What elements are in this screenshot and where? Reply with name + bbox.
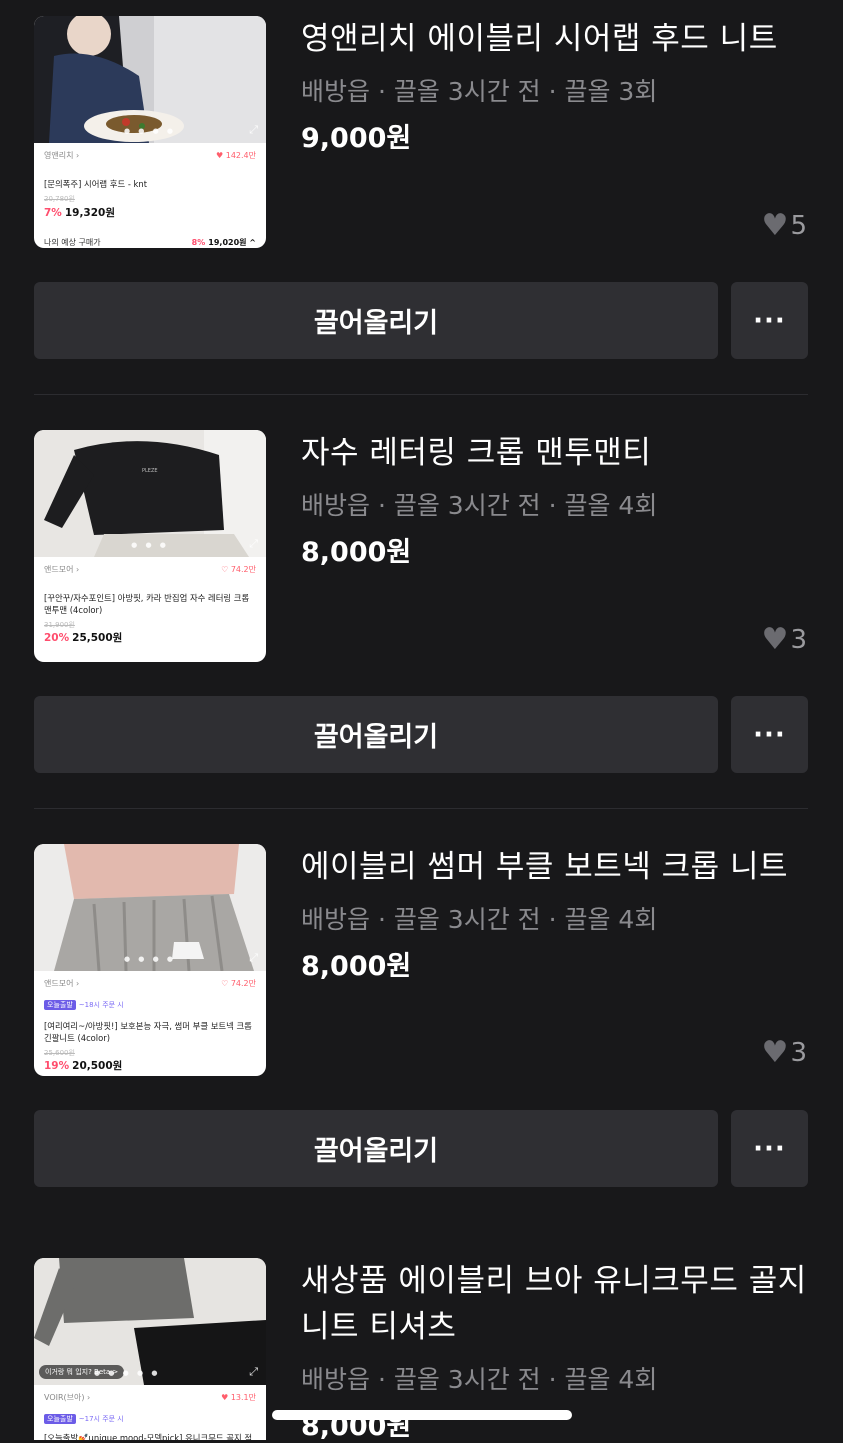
bump-button[interactable]: 끌어올리기 [34,282,718,359]
product-description: [문의폭주] 시어랩 후드 - knt [44,179,147,189]
sale-price: 19,320원 [64,207,116,219]
delivery-tag-row: 오늘출발 ~18시 주문 시 [44,1000,124,1010]
tag-time: ~17시 주문 시 [78,1415,124,1423]
more-icon[interactable]: ··· [731,1110,808,1187]
shop-likes: ♡ 74.2만 [221,565,256,574]
product-thumbnail[interactable]: 이거랑 뭐 입지? Beta > ● ● ● ● ● ⤢ VOIR(브아) › … [34,1258,266,1440]
likes-count: ♥3 [761,1035,807,1070]
product-photo: ● ● ● ● ⤢ [34,16,266,143]
sale-price-line: 20% 25,500원 [44,630,122,645]
same-day-tag: 오늘출발 [44,1000,76,1010]
heart-icon: ♥ [761,622,789,657]
likes-count: ♥3 [761,622,807,657]
bump-button[interactable]: 끌어올리기 [34,1110,718,1187]
shop-line: VOIR(브아) › ♥ 13.1만 [44,1393,256,1402]
expand-icon[interactable]: ⤢ [249,951,258,965]
bump-button[interactable]: 끌어올리기 [34,696,718,773]
item-title[interactable]: 새상품 에이블리 브아 유니크무드 골지 니트 티셔츠 [301,1258,821,1350]
item-title[interactable]: 자수 레터링 크롭 맨투맨티 [301,430,821,476]
carousel-dots: ● ● ● ● [123,955,177,963]
shop-likes: ♥ 142.4만 [216,151,256,160]
original-price: 31,900원 [44,621,75,629]
product-description: [꾸안꾸/자수포인트] 아방핏, 카라 반집업 자수 레터링 크롭 맨투맨 (4… [44,593,250,615]
heart-icon: ♥ [761,1035,789,1070]
sale-price-line: 7% 19,320원 [44,205,115,220]
tag-time: ~18시 주문 시 [78,1001,124,1009]
product-thumbnail[interactable]: PLEZE ● ● ● ⤢ 앤드모어 › ♡ 74.2만 [꾸안꾸/자수포인트]… [34,430,266,662]
item-meta: 배방읍 · 끌올 3시간 전 · 끌올 3회 [301,77,658,106]
item-meta: 배방읍 · 끌올 3시간 전 · 끌올 4회 [301,491,658,520]
product-thumbnail[interactable]: ● ● ● ● ⤢ 앤드모어 › ♡ 74.2만 오늘출발 ~18시 주문 시 [… [34,844,266,1076]
likes-count: ♥5 [761,208,807,243]
carousel-dots: ● ● ● ● [123,127,177,135]
shop-name: 앤드모어 [44,979,74,988]
same-day-tag: 오늘출발 [44,1414,76,1424]
discount-percent: 20% [44,632,70,644]
shop-line: 영앤리치 › ♥ 142.4만 [44,151,256,160]
shop-likes: ♡ 74.2만 [221,979,256,988]
sale-price: 25,500원 [72,632,123,644]
carousel-dots: ● ● ● ● ● [94,1369,161,1377]
product-photo: PLEZE ● ● ● ⤢ [34,430,266,557]
original-price: 20,780원 [44,195,75,203]
product-description: [여리여리~/아방핏!] 보호본능 자극, 썸머 부클 보트넥 크롭 긴팔니트 … [44,1021,252,1043]
expected-price: 19,020원 ^ [208,238,256,247]
shop-likes: ♥ 13.1만 [221,1393,256,1402]
carousel-dots: ● ● ● [131,541,169,549]
discount-percent: 7% [44,207,62,219]
product-thumbnail[interactable]: ● ● ● ● ⤢ 영앤리치 › ♥ 142.4만 [문의폭주] 시어랩 후드 … [34,16,266,248]
expected-price-label: 나의 예상 구매가 [44,238,101,247]
shop-line: 앤드모어 › ♡ 74.2만 [44,565,256,574]
sale-price-line: 19% 20,500원 [44,1058,122,1073]
shop-line: 앤드모어 › ♡ 74.2만 [44,979,256,988]
product-photo: ● ● ● ● ⤢ [34,844,266,971]
item-meta: 배방읍 · 끌올 3시간 전 · 끌올 4회 [301,905,658,934]
shop-name: 영앤리치 [44,151,74,160]
product-description: [오늘출발💅unique mood-모델pick] 유니크무드 골지 적 [44,1433,253,1440]
more-icon[interactable]: ··· [731,696,808,773]
item-price: 9,000원 [301,123,412,154]
original-price: 25,600원 [44,1049,75,1057]
shop-name: VOIR(브아) [44,1393,85,1402]
divider [34,394,808,395]
item-price: 8,000원 [301,951,412,982]
divider [34,808,808,809]
item-price: 8,000원 [301,537,412,568]
heart-icon: ♥ [761,208,789,243]
product-photo: 이거랑 뭐 입지? Beta > ● ● ● ● ● ⤢ [34,1258,266,1385]
expand-icon[interactable]: ⤢ [249,537,258,551]
shop-name: 앤드모어 [44,565,74,574]
expand-icon[interactable]: ⤢ [249,123,258,137]
item-meta: 배방읍 · 끌올 3시간 전 · 끌올 4회 [301,1365,658,1394]
item-title[interactable]: 영앤리치 에이블리 시어랩 후드 니트 [301,16,821,62]
expand-icon[interactable]: ⤢ [249,1365,258,1379]
delivery-tag-row: 오늘출발 ~17시 주문 시 [44,1414,124,1424]
home-indicator[interactable] [272,1410,572,1420]
discount-percent: 19% [44,1060,70,1072]
item-title[interactable]: 에이블리 썸머 부클 보트넥 크롭 니트 [301,844,821,890]
sale-price: 20,500원 [72,1060,123,1072]
expected-discount: 8% [191,238,206,247]
svg-text:PLEZE: PLEZE [142,468,158,474]
expected-price-line: 나의 예상 구매가 8% 19,020원 ^ [44,237,256,248]
more-icon[interactable]: ··· [731,282,808,359]
